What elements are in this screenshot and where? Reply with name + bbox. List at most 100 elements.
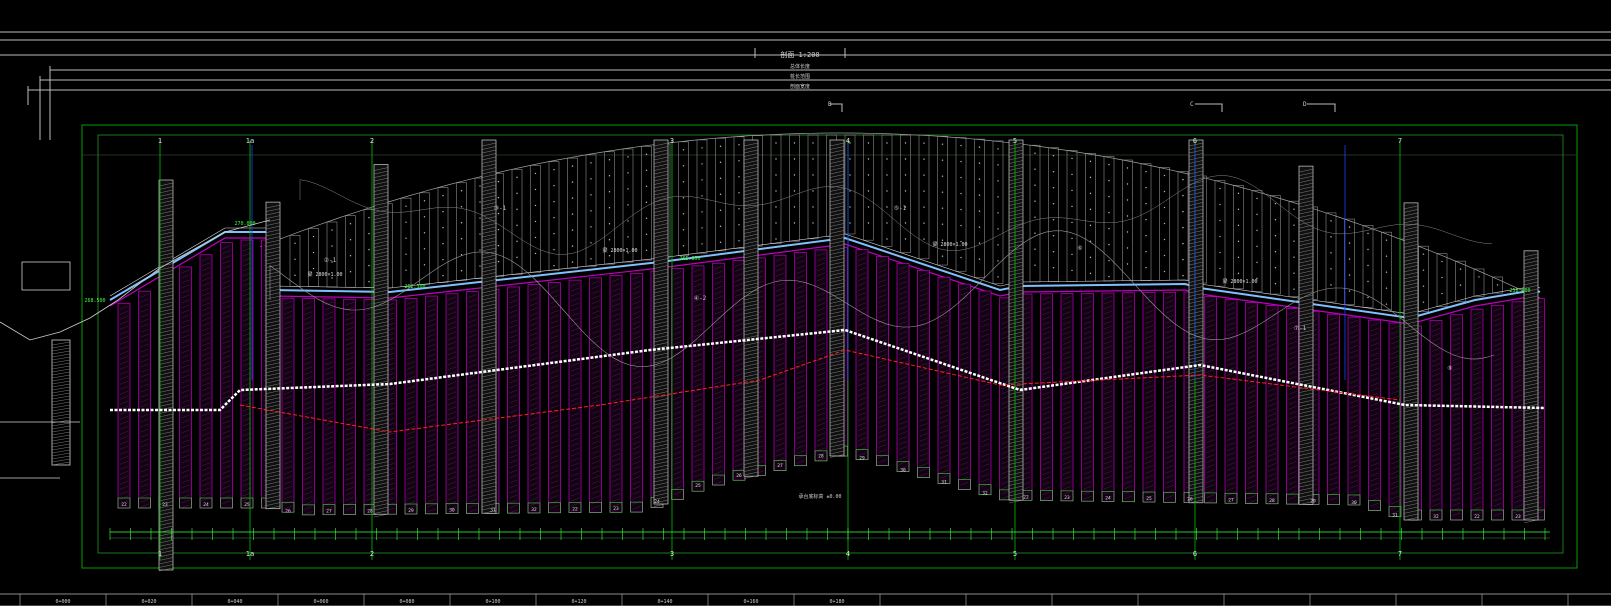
- column-dot: [1293, 256, 1295, 258]
- column-dot: [978, 258, 981, 260]
- column-dot: [516, 240, 518, 243]
- column-dot: [849, 174, 851, 176]
- layer-tag: ⑤-1: [894, 205, 907, 212]
- column-dot: [405, 237, 407, 239]
- column-dot: [978, 162, 981, 164]
- column-dot: [1422, 269, 1425, 271]
- column-dot: [1237, 240, 1240, 243]
- column-dot: [775, 222, 777, 224]
- column-dot: [1293, 288, 1295, 290]
- column-dot: [571, 181, 574, 183]
- scale-mark-3: 剖面宽度: [790, 83, 810, 90]
- column-dot: [405, 221, 407, 223]
- grid-label-top: 7: [1398, 137, 1402, 145]
- column-dot: [775, 142, 777, 144]
- column-dot: [1237, 192, 1240, 195]
- cad-section-drawing[interactable]: 剖面 1:200 总体长度 桩长范围 剖面宽度 B C D 111a1a2233…: [0, 0, 1611, 606]
- column-dot: [997, 260, 999, 262]
- column-dot: [719, 145, 722, 147]
- column-dot: [1089, 272, 1092, 275]
- grid-label-top: 1: [158, 137, 162, 145]
- column-dot: [516, 176, 518, 179]
- column-dot: [1089, 256, 1092, 259]
- column-dot: [738, 208, 740, 210]
- column-dot: [405, 205, 407, 207]
- column-dot: [1182, 226, 1184, 229]
- elevation-tag: 270.000: [234, 221, 255, 227]
- station-mark: 0+120: [571, 599, 586, 605]
- pile-number: 24: [1105, 496, 1111, 502]
- lower-pile: [322, 298, 336, 516]
- column-dot: [479, 185, 481, 187]
- column-dot: [1293, 272, 1295, 274]
- column-dot: [1182, 210, 1184, 213]
- column-dot: [978, 242, 981, 244]
- column-dot: [423, 216, 426, 218]
- column-dot: [1089, 224, 1092, 227]
- column-dot: [608, 191, 611, 193]
- column-dot: [442, 242, 444, 245]
- column-dot: [1441, 276, 1443, 279]
- column-dot: [553, 248, 555, 251]
- column-dot: [997, 276, 999, 278]
- column-dot: [553, 168, 555, 171]
- column-dot: [849, 206, 851, 208]
- column-dot: [571, 261, 574, 263]
- column-dot: [960, 256, 962, 259]
- column-dot: [793, 142, 796, 144]
- column-dot: [1256, 213, 1258, 216]
- column-dot: [1071, 205, 1073, 208]
- column-dot: [1071, 269, 1073, 272]
- column-dot: [1052, 203, 1055, 205]
- column-dot: [1108, 227, 1110, 230]
- pile-number: 29: [1310, 498, 1316, 504]
- column-dot: [627, 204, 629, 206]
- pile-number: 27: [1228, 497, 1234, 503]
- elevation-tag: 262.300: [404, 284, 425, 290]
- column-dot: [701, 195, 703, 197]
- column-dot: [701, 211, 703, 213]
- column-dot: [1163, 238, 1166, 241]
- station-mark: 0+140: [657, 599, 672, 605]
- column-dot: [553, 216, 555, 219]
- column-dot: [886, 174, 888, 176]
- column-dot: [849, 222, 851, 224]
- column-dot: [978, 146, 981, 148]
- column-dot: [941, 239, 944, 241]
- station-mark: 0+020: [141, 599, 156, 605]
- column-dot: [941, 143, 944, 145]
- column-dot: [1071, 157, 1073, 160]
- column-dot: [923, 158, 925, 160]
- column-dot: [682, 213, 685, 215]
- column-dot: [923, 142, 925, 144]
- column-dot: [645, 169, 648, 172]
- scale-mark-1: 总体长度: [790, 63, 810, 70]
- column-dot: [867, 222, 870, 224]
- column-dot: [349, 238, 352, 241]
- column-dot: [867, 174, 870, 176]
- lower-pile: [220, 242, 233, 509]
- column-dot: [775, 174, 777, 176]
- pile-number: 25: [1146, 496, 1152, 502]
- lower-pile: [1265, 305, 1279, 505]
- column-dot: [978, 226, 981, 228]
- elevation-tag: 265.850: [679, 256, 700, 262]
- column-dot: [1126, 167, 1129, 169]
- column-dot: [627, 172, 629, 174]
- column-dot: [1108, 211, 1110, 214]
- column-dot: [1126, 215, 1129, 217]
- column-dot: [608, 207, 611, 209]
- column-dot: [960, 160, 962, 163]
- column-dot: [590, 162, 592, 164]
- column-dot: [1274, 218, 1277, 221]
- column-dot: [1145, 170, 1147, 173]
- column-dot: [941, 159, 944, 161]
- column-dot: [719, 177, 722, 179]
- column-dot: [960, 208, 962, 211]
- column-dot: [497, 244, 500, 247]
- column-dot: [627, 236, 629, 238]
- column-dot: [349, 222, 352, 225]
- column-dot: [701, 147, 703, 149]
- pile-number: 32: [531, 507, 537, 513]
- column-dot: [349, 270, 352, 273]
